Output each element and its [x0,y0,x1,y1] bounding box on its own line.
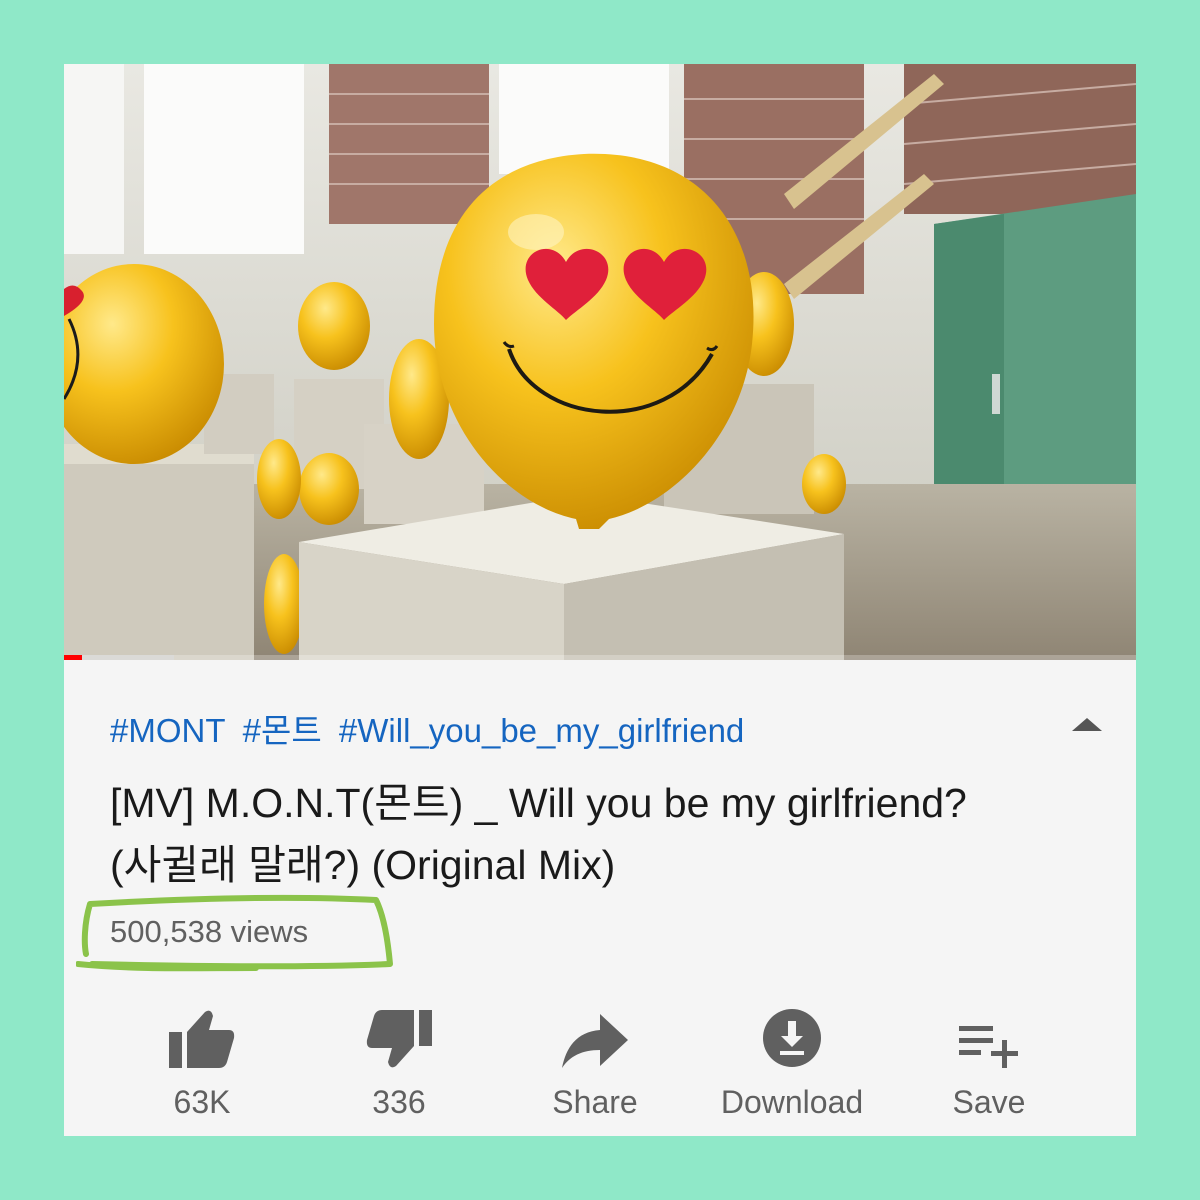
dislike-button[interactable]: 336 [314,990,484,1121]
download-icon [763,1009,821,1067]
like-count: 63K [173,1084,231,1120]
hashtag-link[interactable]: #Will_you_be_my_girlfriend [339,712,744,749]
dislike-count: 336 [372,1084,426,1120]
video-title-line: (사귈래 말래?) (Original Mix) [110,842,616,888]
hashtag-list: #MONT #몬트 #Will_you_be_my_girlfriend [110,704,752,752]
hashtag-link[interactable]: #몬트 [243,712,322,749]
download-label: Download [720,1084,864,1120]
video-card: #MONT #몬트 #Will_you_be_my_girlfriend [MV… [64,64,1136,1136]
video-title: [MV] M.O.N.T(몬트) _ Will you be my girlfr… [110,772,1090,896]
share-icon [562,1014,628,1068]
video-title-line: [MV] M.O.N.T(몬트) _ Will you be my girlfr… [110,780,967,826]
view-count: 500,538 views [110,914,309,949]
video-thumbnail [64,64,1136,660]
video-info: #MONT #몬트 #Will_you_be_my_girlfriend [MV… [64,660,1136,1136]
action-bar: 63K 336 Share Download Save [64,990,1136,1130]
thumbs-down-icon [366,1010,432,1068]
video-player[interactable] [64,64,1136,660]
share-label: Share [552,1084,638,1120]
thumbs-up-icon [169,1010,235,1068]
save-label: Save [952,1084,1026,1120]
save-button[interactable]: Save [904,990,1074,1121]
save-playlist-icon [959,1026,1018,1068]
like-button[interactable]: 63K [117,990,287,1121]
share-button[interactable]: Share [510,990,680,1121]
download-button[interactable]: Download [707,990,877,1121]
collapse-chevron-icon[interactable] [1072,718,1102,731]
hashtag-link[interactable]: #MONT [110,712,226,749]
